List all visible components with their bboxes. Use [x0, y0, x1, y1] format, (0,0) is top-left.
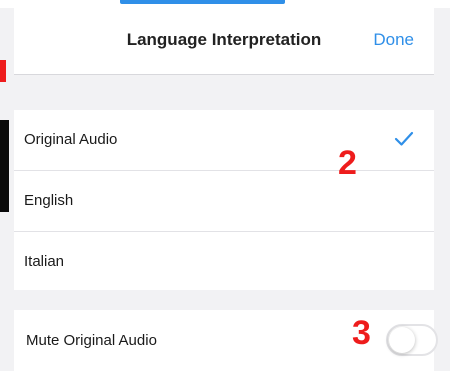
list-item-label: English: [24, 192, 74, 209]
mute-original-audio-label: Mute Original Audio: [26, 332, 157, 349]
list-item-label: Original Audio: [24, 131, 118, 148]
annotation-marker-3: 3: [352, 314, 371, 352]
navigation-bar: Language Interpretation Done: [14, 8, 434, 75]
toggle-knob: [389, 327, 415, 353]
done-button[interactable]: Done: [373, 30, 414, 50]
mute-original-audio-toggle[interactable]: [386, 324, 438, 356]
list-item-original-audio[interactable]: Original Audio: [14, 110, 434, 171]
list-item-english[interactable]: English: [14, 171, 434, 232]
checkmark-icon: [394, 131, 414, 146]
top-accent-bar: [120, 0, 285, 4]
side-bar: [0, 120, 9, 212]
page-title: Language Interpretation: [126, 30, 322, 49]
annotation-marker-2: 2: [338, 144, 357, 182]
list-item-italian[interactable]: Italian: [14, 232, 434, 292]
top-strip: [0, 0, 450, 8]
list-item-label: Italian: [24, 253, 65, 270]
language-list: Original Audio English Italian: [14, 110, 434, 290]
annotation-marker-1: [0, 60, 6, 82]
mute-original-audio-row: Mute Original Audio: [14, 310, 438, 371]
